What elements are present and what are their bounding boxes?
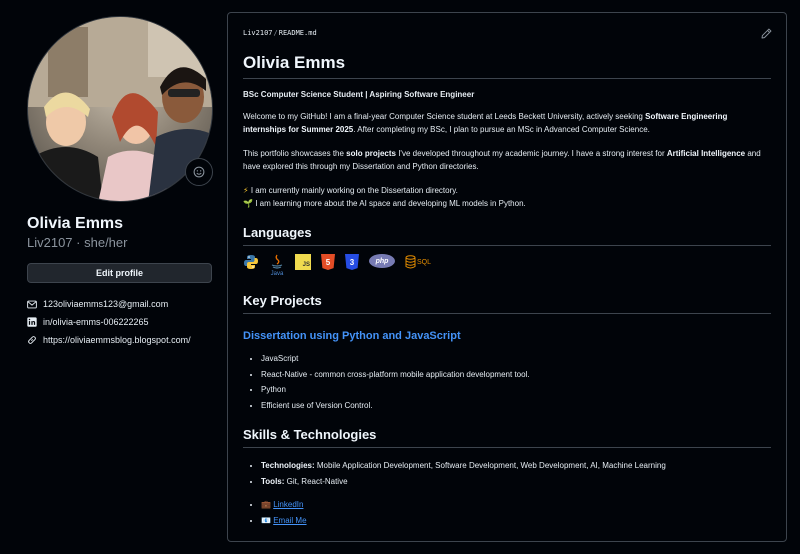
projects-heading: Key Projects: [243, 292, 771, 314]
envelope-icon: 📧: [261, 515, 271, 525]
sql-label: SQL: [417, 258, 432, 266]
contact-list: 💼 LinkedIn 📧 Email Me: [243, 497, 771, 528]
portfolio-bold-2: Artificial Intelligence: [666, 149, 746, 158]
mail-icon: [27, 299, 37, 309]
edit-profile-button[interactable]: Edit profile: [27, 263, 212, 283]
portfolio-text-1: This portfolio showcases the: [243, 149, 347, 158]
html5-label: 5: [325, 257, 331, 267]
intro-text-2: . After completing my BSc, I plan to pur…: [353, 125, 650, 134]
list-item: 📧 Email Me: [261, 513, 771, 529]
skills-text: Mobile Application Development, Software…: [314, 461, 666, 470]
linkedin-readme-link[interactable]: LinkedIn: [273, 500, 303, 509]
pencil-icon: [761, 28, 772, 39]
intro-paragraph: Welcome to my GitHub! I am a final-year …: [243, 110, 771, 136]
css3-label: 3: [349, 257, 355, 267]
avatar-container: [27, 16, 213, 202]
java-icon: Java: [269, 254, 285, 277]
crumb-file-ext: .md: [304, 29, 317, 37]
crumb-file[interactable]: README: [279, 29, 304, 37]
tools-label: Tools:: [261, 476, 285, 486]
skills-heading: Skills & Technologies: [243, 426, 771, 448]
sql-icon: SQL: [405, 254, 431, 270]
website-link[interactable]: https://oliviaemmsblog.blogspot.com/: [27, 331, 213, 349]
python-icon: [243, 254, 259, 271]
languages-row: Java JS 5 3 php SQL: [243, 254, 771, 284]
crumb-separator: /: [273, 29, 278, 37]
readme-content: Olivia Emms BSc Computer Science Student…: [243, 52, 771, 528]
website-text: https://oliviaemmsblog.blogspot.com/: [43, 335, 191, 345]
briefcase-icon: 💼: [261, 500, 271, 509]
status-lines: ⚡ I am currently mainly working on the D…: [243, 184, 771, 210]
email-link[interactable]: 123oliviaemms123@gmail.com: [27, 295, 213, 313]
php-label: php: [375, 257, 389, 265]
list-item: Technologies: Mobile Application Develop…: [261, 458, 771, 474]
javascript-icon: JS: [295, 254, 311, 270]
tagline: BSc Computer Science Student | Aspiring …: [243, 90, 475, 99]
linkedin-link[interactable]: in/olivia-emms-006222265: [27, 313, 213, 331]
status-line: ⚡ I am currently mainly working on the D…: [243, 184, 771, 197]
set-status-button[interactable]: [185, 158, 213, 186]
status-line: 🌱 I am learning more about the AI space …: [243, 197, 771, 210]
tools-text: Git, React-Native: [284, 476, 348, 486]
skills-label: Technologies:: [261, 461, 315, 470]
css3-icon: 3: [345, 254, 359, 270]
portfolio-bold-1: solo projects: [346, 149, 396, 158]
smiley-icon: [193, 166, 205, 178]
list-item: React-Native - common cross-platform mob…: [261, 367, 771, 383]
readme-title: Olivia Emms: [243, 52, 771, 79]
portfolio-text-2: I've developed throughout my academic jo…: [395, 149, 667, 158]
intro-text-1: Welcome to my GitHub! I am a final-year …: [243, 112, 646, 121]
breadcrumb: Liv2107/README.md: [243, 29, 317, 37]
js-label: JS: [302, 262, 310, 268]
list-item: Python: [261, 382, 771, 398]
profile-sidebar: Olivia Emms Liv2107 · she/her Edit profi…: [27, 16, 213, 349]
seedling-icon: 🌱: [243, 199, 253, 208]
list-item: 💼 LinkedIn: [261, 497, 771, 513]
handle-separator: ·: [72, 235, 85, 250]
lightning-icon: ⚡: [243, 186, 249, 195]
profile-pronouns: she/her: [84, 235, 128, 250]
status-text: I am currently mainly working on the Dis…: [250, 186, 458, 195]
list-item: Tools: Git, React-Native: [261, 474, 771, 490]
html5-icon: 5: [321, 254, 335, 270]
profile-username: Liv2107: [27, 235, 73, 250]
profile-links: 123oliviaemms123@gmail.com in/olivia-emm…: [27, 295, 213, 349]
linkedin-text: in/olivia-emms-006222265: [43, 317, 149, 327]
link-icon: [27, 335, 37, 345]
project-title-link[interactable]: Dissertation using Python and JavaScript: [243, 330, 771, 342]
java-label: Java: [270, 271, 284, 277]
readme-card: Liv2107/README.md Olivia Emms BSc Comput…: [227, 12, 787, 542]
email-text: 123oliviaemms123@gmail.com: [43, 299, 169, 309]
crumb-user[interactable]: Liv2107: [243, 29, 273, 37]
languages-heading: Languages: [243, 224, 771, 246]
status-text: I am learning more about the AI space an…: [255, 199, 526, 208]
linkedin-icon: [27, 317, 37, 327]
email-readme-link[interactable]: Email Me: [273, 516, 306, 525]
project-list: JavaScript React-Native - common cross-p…: [243, 351, 771, 413]
skills-list: Technologies: Mobile Application Develop…: [243, 458, 771, 489]
list-item: JavaScript: [261, 351, 771, 367]
edit-readme-button[interactable]: [761, 26, 772, 44]
portfolio-paragraph: This portfolio showcases the solo projec…: [243, 147, 771, 173]
php-icon: php: [369, 254, 395, 268]
list-item: Efficient use of Version Control.: [261, 398, 771, 414]
profile-handle: Liv2107 · she/her: [27, 234, 213, 252]
profile-name: Olivia Emms: [27, 215, 124, 232]
